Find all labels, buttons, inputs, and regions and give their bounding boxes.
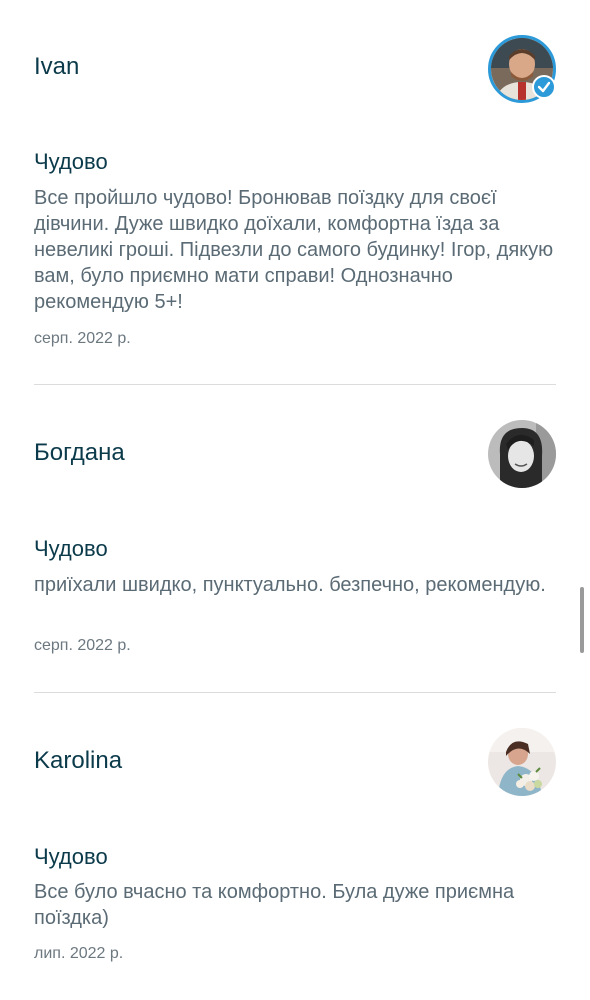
review-date: серп. 2022 р.: [34, 637, 131, 654]
rating-label: Чудово: [34, 844, 108, 869]
reviewer-name[interactable]: Богдана: [34, 439, 125, 467]
divider: [34, 384, 556, 385]
reviewer-name[interactable]: Ivan: [34, 53, 79, 81]
review-card: Ivan Чудово Все пройшло чудово! Бронював…: [34, 35, 556, 355]
review-card: Богдана Чудово приїхали швидко, пунктуал…: [34, 420, 556, 670]
rating-label: Чудово: [34, 536, 108, 561]
review-date: серп. 2022 р.: [34, 330, 131, 347]
reviewer-name[interactable]: Karolina: [34, 747, 122, 775]
divider: [34, 692, 556, 693]
reviewer-avatar[interactable]: [488, 420, 556, 488]
review-text: Все було вчасно та комфортно. Була дуже …: [34, 881, 515, 929]
reviewer-avatar[interactable]: [488, 35, 556, 103]
review-date: лип. 2022 р.: [34, 945, 124, 962]
scrollbar[interactable]: [580, 587, 584, 653]
reviewer-avatar[interactable]: [488, 728, 556, 796]
avatar-photo: [488, 728, 556, 796]
rating-label: Чудово: [34, 149, 108, 174]
review-text: приїхали швидко, пунктуально. безпечно, …: [34, 574, 546, 596]
review-card: Karolina Чудово Все було вчасно та комфо…: [34, 728, 556, 978]
review-text: Все пройшло чудово! Бронював поїздку для…: [34, 187, 554, 313]
avatar-photo: [488, 420, 556, 488]
verified-badge-icon: [532, 75, 556, 99]
